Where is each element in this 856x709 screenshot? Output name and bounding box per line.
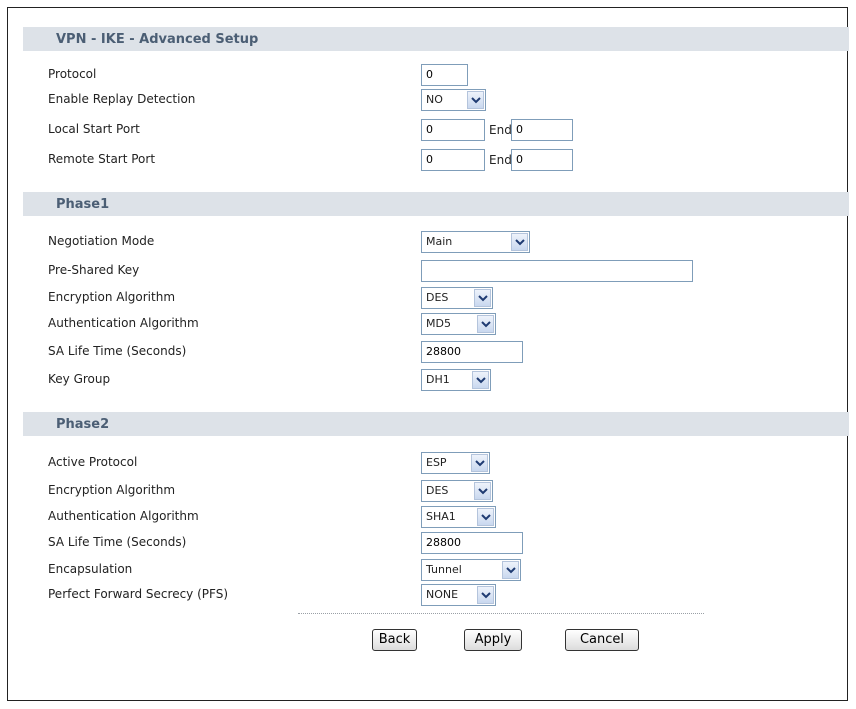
phase2-authentication-value: SHA1: [426, 510, 456, 523]
replay-detection-select[interactable]: NO: [421, 89, 486, 111]
protocol-input[interactable]: 0: [421, 64, 468, 86]
phase1-authentication-value: MD5: [426, 317, 451, 330]
phase2-sa-lifetime-label: SA Life Time (Seconds): [48, 535, 187, 549]
row-phase1-authentication: Authentication Algorithm MD5: [8, 313, 849, 335]
cancel-button[interactable]: Cancel: [565, 629, 639, 651]
row-phase1-sa-lifetime: SA Life Time (Seconds) 28800: [8, 341, 849, 363]
row-phase2-encryption: Encryption Algorithm DES: [8, 480, 849, 502]
section-header-phase2: Phase2: [23, 412, 849, 436]
phase2-encryption-select[interactable]: DES: [421, 480, 493, 502]
row-active-protocol: Active Protocol ESP: [8, 452, 849, 474]
row-pfs: Perfect Forward Secrecy (PFS) NONE: [8, 584, 849, 606]
encapsulation-select[interactable]: Tunnel: [421, 559, 521, 581]
vpn-ike-advanced-setup-panel: VPN - IKE - Advanced Setup Protocol 0 En…: [7, 7, 849, 701]
row-replay-detection: Enable Replay Detection NO: [8, 89, 849, 111]
chevron-down-icon[interactable]: [511, 233, 528, 251]
phase2-sa-lifetime-input[interactable]: 28800: [421, 532, 523, 554]
phase2-encryption-value: DES: [426, 484, 449, 497]
chevron-down-icon[interactable]: [474, 482, 491, 500]
negotiation-mode-select[interactable]: Main: [421, 231, 530, 253]
pfs-value: NONE: [426, 588, 459, 601]
chevron-down-icon[interactable]: [477, 508, 494, 526]
row-phase2-authentication: Authentication Algorithm SHA1: [8, 506, 849, 528]
chevron-down-icon[interactable]: [502, 561, 519, 579]
row-pre-shared-key: Pre-Shared Key: [8, 260, 849, 282]
row-remote-start-port: Remote Start Port 0 End 0: [8, 149, 849, 171]
chevron-down-icon[interactable]: [477, 315, 494, 333]
protocol-label: Protocol: [48, 67, 97, 81]
section-header-phase1: Phase1: [23, 192, 849, 216]
phase2-encryption-label: Encryption Algorithm: [48, 483, 176, 497]
row-phase2-sa-lifetime: SA Life Time (Seconds) 28800: [8, 532, 849, 554]
pfs-label: Perfect Forward Secrecy (PFS): [48, 587, 228, 601]
remote-end-label: End: [489, 153, 512, 167]
apply-button[interactable]: Apply: [464, 629, 522, 651]
key-group-value: DH1: [426, 373, 450, 386]
phase1-sa-lifetime-label: SA Life Time (Seconds): [48, 344, 187, 358]
chevron-down-icon[interactable]: [474, 289, 491, 307]
phase2-authentication-select[interactable]: SHA1: [421, 506, 496, 528]
phase2-authentication-label: Authentication Algorithm: [48, 509, 199, 523]
row-encapsulation: Encapsulation Tunnel: [8, 559, 849, 581]
local-end-label: End: [489, 123, 512, 137]
replay-detection-label: Enable Replay Detection: [48, 92, 196, 106]
local-start-port-input[interactable]: 0: [421, 119, 485, 141]
section-title: VPN - IKE - Advanced Setup: [56, 32, 259, 47]
row-local-start-port: Local Start Port 0 End 0: [8, 119, 849, 141]
pre-shared-key-label: Pre-Shared Key: [48, 263, 140, 277]
row-phase1-encryption: Encryption Algorithm DES: [8, 287, 849, 309]
negotiation-mode-value: Main: [426, 235, 453, 248]
encapsulation-value: Tunnel: [426, 563, 462, 576]
local-end-port-input[interactable]: 0: [511, 119, 573, 141]
active-protocol-value: ESP: [426, 456, 447, 469]
section-title: Phase1: [56, 197, 110, 212]
phase1-authentication-label: Authentication Algorithm: [48, 316, 199, 330]
row-negotiation-mode: Negotiation Mode Main: [8, 231, 849, 253]
row-key-group: Key Group DH1: [8, 369, 849, 391]
phase1-encryption-select[interactable]: DES: [421, 287, 493, 309]
section-header-ike-advanced: VPN - IKE - Advanced Setup: [23, 27, 849, 51]
back-button[interactable]: Back: [372, 629, 417, 651]
remote-start-port-label: Remote Start Port: [48, 152, 156, 166]
remote-start-port-input[interactable]: 0: [421, 149, 485, 171]
chevron-down-icon[interactable]: [467, 91, 484, 109]
phase1-authentication-select[interactable]: MD5: [421, 313, 496, 335]
pre-shared-key-input[interactable]: [421, 260, 693, 282]
section-title: Phase2: [56, 417, 110, 432]
key-group-select[interactable]: DH1: [421, 369, 491, 391]
replay-detection-value: NO: [426, 93, 443, 106]
remote-end-port-input[interactable]: 0: [511, 149, 573, 171]
button-divider: [298, 613, 704, 614]
pfs-select[interactable]: NONE: [421, 584, 496, 606]
chevron-down-icon[interactable]: [477, 586, 494, 604]
active-protocol-select[interactable]: ESP: [421, 452, 490, 474]
row-protocol: Protocol 0: [8, 64, 849, 86]
active-protocol-label: Active Protocol: [48, 455, 138, 469]
local-start-port-label: Local Start Port: [48, 122, 140, 136]
phase1-sa-lifetime-input[interactable]: 28800: [421, 341, 523, 363]
chevron-down-icon[interactable]: [471, 454, 488, 472]
key-group-label: Key Group: [48, 372, 111, 386]
phase1-encryption-value: DES: [426, 291, 449, 304]
phase1-encryption-label: Encryption Algorithm: [48, 290, 176, 304]
negotiation-mode-label: Negotiation Mode: [48, 234, 155, 248]
chevron-down-icon[interactable]: [472, 371, 489, 389]
encapsulation-label: Encapsulation: [48, 562, 133, 576]
